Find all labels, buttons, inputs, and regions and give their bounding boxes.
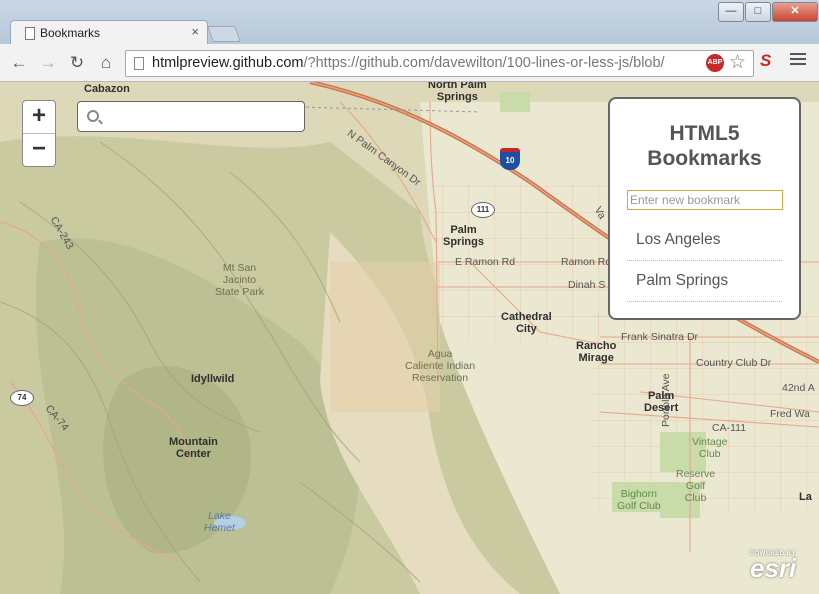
tab-close-icon[interactable]: × xyxy=(191,24,199,39)
title-bar: Bookmarks × — □ ✕ xyxy=(0,0,819,46)
label-cathedral-city: Cathedral City xyxy=(501,311,552,335)
label-cabazon: Cabazon xyxy=(84,83,130,95)
browser-tab[interactable]: Bookmarks × xyxy=(10,20,208,46)
zoom-control: + − xyxy=(22,100,56,167)
bookmarks-title: HTML5 Bookmarks xyxy=(647,122,762,170)
zoom-out-button[interactable]: − xyxy=(23,134,55,166)
address-bar[interactable]: htmlpreview.github.com/?https://github.c… xyxy=(125,50,754,77)
bookmark-item[interactable]: Los Angeles xyxy=(627,220,782,261)
extension-icon[interactable]: S xyxy=(760,51,771,71)
adblock-icon[interactable]: ABP xyxy=(706,54,724,72)
label-dinah-s: Dinah S xyxy=(568,279,606,291)
label-mountain-center: Mountain Center xyxy=(169,436,218,460)
zoom-in-button[interactable]: + xyxy=(23,101,55,134)
url-host: htmlpreview.github.com xyxy=(152,55,304,71)
bookmark-list: Los Angeles Palm Springs xyxy=(627,220,782,302)
label-country-club-dr: Country Club Dr xyxy=(696,357,772,369)
minimize-button[interactable]: — xyxy=(718,2,744,22)
bookmark-star-icon[interactable]: ☆ xyxy=(729,51,746,74)
interstate-10-shield: 10 xyxy=(500,148,520,170)
reload-button[interactable]: ↻ xyxy=(66,52,88,74)
bookmark-item[interactable]: Palm Springs xyxy=(627,261,782,302)
label-palm-springs: Palm Springs xyxy=(443,224,484,248)
label-agua-caliente: Agua Caliente Indian Reservation xyxy=(405,348,476,384)
forward-button[interactable]: → xyxy=(37,52,59,74)
back-button[interactable]: ← xyxy=(8,52,30,74)
label-lake-hemet: Lake Hemet xyxy=(204,510,235,534)
tab-title: Bookmarks xyxy=(40,26,101,40)
label-rancho-mirage: Rancho Mirage xyxy=(576,340,617,364)
label-bighorn-golf-club: Bighorn Golf Club xyxy=(617,488,661,512)
label-reserve-golf-club: Reserve Golf Club xyxy=(676,468,716,504)
label-42nd-ave: 42nd A xyxy=(782,382,815,394)
search-icon[interactable] xyxy=(87,110,99,122)
label-idyllwild: Idyllwild xyxy=(191,373,235,385)
maximize-button[interactable]: □ xyxy=(745,2,771,22)
url-path: /?https://github.com/davewilton/100-line… xyxy=(303,55,665,71)
label-north-palm-springs: North Palm Springs xyxy=(428,82,487,103)
new-bookmark-input[interactable] xyxy=(627,190,783,210)
label-frank-sinatra-dr: Frank Sinatra Dr xyxy=(621,331,699,343)
close-window-button[interactable]: ✕ xyxy=(772,2,818,22)
label-portola-ave: Portola Ave xyxy=(660,373,672,427)
bookmarks-panel: HTML5 Bookmarks Los Angeles Palm Springs xyxy=(608,97,801,320)
esri-wordmark: esri xyxy=(750,553,797,583)
label-la-quinta: La xyxy=(799,491,812,503)
label-ca111: CA-111 xyxy=(712,422,747,434)
label-fred-waring: Fred Wa xyxy=(770,408,810,420)
menu-icon[interactable] xyxy=(790,53,806,68)
page-icon xyxy=(25,27,35,40)
new-tab-button[interactable] xyxy=(207,26,241,42)
esri-logo[interactable]: POWERED BY esri xyxy=(750,551,797,583)
map-search-input[interactable] xyxy=(108,106,297,127)
route-74-shield: 74 xyxy=(10,390,34,406)
page-icon xyxy=(134,57,144,70)
route-111-shield: 111 xyxy=(471,202,495,218)
map-search-box xyxy=(77,101,305,132)
browser-toolbar: ← → ↻ ⌂ htmlpreview.github.com/?https://… xyxy=(0,44,819,82)
label-vintage-club: Vintage Club xyxy=(692,436,728,460)
label-mt-san-jacinto: Mt San Jacinto State Park xyxy=(215,262,265,298)
url-text[interactable]: htmlpreview.github.com/?https://github.c… xyxy=(152,55,697,71)
label-e-ramon-rd: E Ramon Rd xyxy=(455,256,516,268)
home-button[interactable]: ⌂ xyxy=(95,52,117,74)
label-ramon-rd: Ramon Rd xyxy=(561,256,612,268)
